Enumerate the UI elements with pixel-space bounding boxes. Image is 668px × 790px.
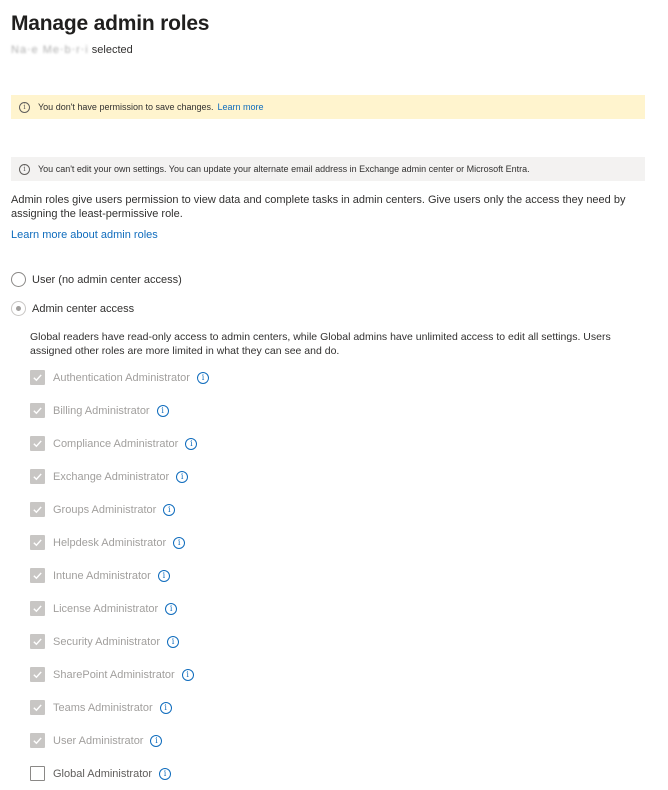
role-row[interactable]: Authentication Administrator i — [30, 361, 209, 394]
learn-more-link[interactable]: Learn more — [218, 102, 264, 112]
role-row[interactable]: Exchange Administrator i — [30, 460, 209, 493]
redacted-user-name: Na‧e Me‧b‧r‧i — [11, 44, 89, 56]
role-row[interactable]: Compliance Administrator i — [30, 427, 209, 460]
checkmark-icon — [33, 605, 42, 613]
role-label: Intune Administrator — [53, 569, 151, 582]
role-row[interactable]: Groups Administrator i — [30, 493, 209, 526]
radio-selected-dot — [16, 306, 21, 311]
role-row[interactable]: Intune Administrator i — [30, 559, 209, 592]
info-icon[interactable]: i — [185, 437, 198, 450]
subtitle-suffix: selected — [91, 44, 133, 56]
role-checkbox[interactable] — [30, 436, 45, 451]
info-text: You can't edit your own settings. You ca… — [38, 164, 530, 174]
checkmark-icon — [33, 440, 42, 448]
checkmark-icon — [33, 506, 42, 514]
role-row[interactable]: Teams Administrator i — [30, 691, 209, 724]
info-icon[interactable]: i — [196, 371, 209, 384]
checkmark-icon — [33, 671, 42, 679]
role-label: Helpdesk Administrator — [53, 536, 167, 549]
info-icon[interactable]: i — [157, 569, 170, 582]
role-label: Groups Administrator — [53, 503, 157, 516]
info-icon[interactable]: i — [159, 701, 172, 714]
info-icon[interactable]: i — [163, 503, 176, 516]
info-icon[interactable]: i — [176, 470, 189, 483]
permission-warning-banner: i You don't have permission to save chan… — [11, 95, 645, 119]
own-settings-info-banner: i You can't edit your own settings. You … — [11, 157, 645, 181]
info-icon: i — [19, 101, 30, 113]
info-icon[interactable]: i — [159, 767, 172, 780]
role-label: Authentication Administrator — [53, 371, 190, 384]
role-row[interactable]: License Administrator i — [30, 592, 209, 625]
radio-circle[interactable] — [11, 272, 26, 287]
admin-roles-list: Authentication Administrator i Billing Adm… — [30, 361, 209, 790]
radio-circle[interactable] — [11, 301, 26, 316]
radio-label: User (no admin center access) — [32, 273, 182, 286]
checkmark-icon — [33, 539, 42, 547]
role-checkbox[interactable] — [30, 568, 45, 583]
role-checkbox[interactable] — [30, 535, 45, 550]
checkmark-icon — [33, 374, 42, 382]
checkmark-icon — [33, 473, 42, 481]
radio-label: Admin center access — [32, 302, 135, 315]
role-row[interactable]: Global Administrator i — [30, 757, 209, 790]
info-icon[interactable]: i — [165, 602, 178, 615]
role-checkbox[interactable] — [30, 634, 45, 649]
role-row[interactable]: Security Administrator i — [30, 625, 209, 658]
checkmark-icon — [33, 407, 42, 415]
role-checkbox[interactable] — [30, 601, 45, 616]
role-checkbox[interactable] — [30, 667, 45, 682]
info-icon[interactable]: i — [173, 536, 186, 549]
info-icon[interactable]: i — [156, 404, 169, 417]
role-checkbox[interactable] — [30, 766, 45, 781]
role-row[interactable]: User Administrator i — [30, 724, 209, 757]
info-icon[interactable]: i — [181, 668, 194, 681]
page-title: Manage admin roles — [11, 12, 210, 35]
info-icon[interactable]: i — [150, 734, 163, 747]
role-checkbox[interactable] — [30, 733, 45, 748]
selected-user-subtitle: Na‧e Me‧b‧r‧i selected — [11, 43, 133, 56]
role-label: Billing Administrator — [53, 404, 150, 417]
role-checkbox[interactable] — [30, 370, 45, 385]
role-checkbox[interactable] — [30, 403, 45, 418]
info-icon: i — [19, 163, 30, 175]
warning-text: You don't have permission to save change… — [38, 102, 214, 112]
radio-user-no-admin[interactable]: User (no admin center access) — [11, 272, 182, 287]
checkmark-icon — [33, 572, 42, 580]
radio-admin-center-access[interactable]: Admin center access — [11, 301, 134, 316]
admin-roles-description: Admin roles give users permission to vie… — [11, 194, 626, 220]
role-row[interactable]: Helpdesk Administrator i — [30, 526, 209, 559]
role-checkbox[interactable] — [30, 700, 45, 715]
role-label: Global Administrator — [53, 767, 153, 780]
role-label: SharePoint Administrator — [53, 668, 175, 681]
role-row[interactable]: Billing Administrator i — [30, 394, 209, 427]
role-label: Exchange Administrator — [53, 470, 170, 483]
checkmark-icon — [33, 704, 42, 712]
role-checkbox[interactable] — [30, 502, 45, 517]
checkmark-icon — [33, 638, 42, 646]
learn-more-admin-roles-link[interactable]: Learn more about admin roles — [11, 229, 158, 241]
checkmark-icon — [33, 737, 42, 745]
info-icon[interactable]: i — [166, 635, 179, 648]
admin-access-help-text: Global readers have read-only access to … — [30, 331, 611, 357]
role-row[interactable]: SharePoint Administrator i — [30, 658, 209, 691]
role-label: License Administrator — [53, 602, 159, 615]
role-label: User Administrator — [53, 734, 144, 747]
role-checkbox[interactable] — [30, 469, 45, 484]
role-label: Teams Administrator — [53, 701, 153, 714]
role-label: Security Administrator — [53, 635, 160, 648]
role-label: Compliance Administrator — [53, 437, 179, 450]
